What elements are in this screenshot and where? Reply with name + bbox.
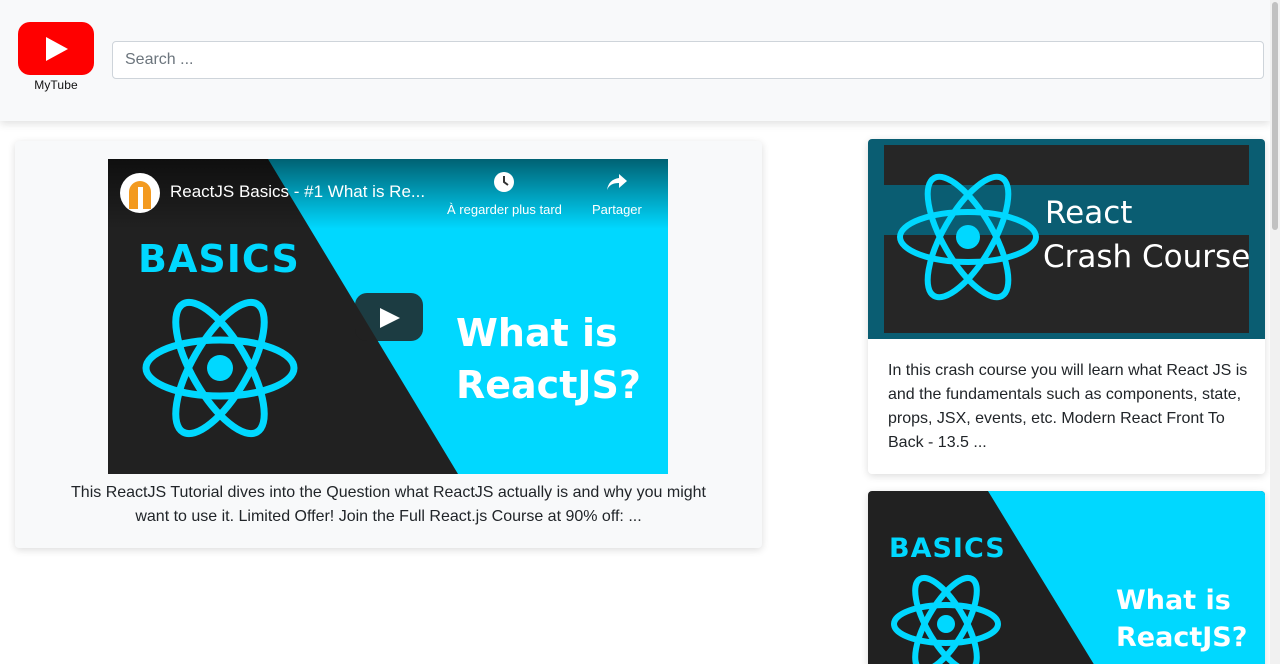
- scrollbar-thumb[interactable]: [1272, 2, 1278, 230]
- thumb-question-line1: What is: [456, 311, 618, 355]
- video-list-item[interactable]: React Crash Course In this crash course …: [868, 139, 1265, 474]
- thumb-question-line2: ReactJS?: [1116, 622, 1248, 653]
- thumb-heading: BASICS: [889, 533, 1006, 564]
- youtube-play-logo-icon: [18, 22, 94, 75]
- player-video-title[interactable]: ReactJS Basics - #1 What is Re...: [170, 182, 425, 202]
- thumb-heading: BASICS: [138, 237, 300, 281]
- mytube-logo[interactable]: MyTube: [18, 22, 94, 92]
- video-player[interactable]: BASICS What is ReactJS? ReactJS Basics -…: [108, 159, 668, 474]
- share-button[interactable]: Partager: [592, 171, 642, 217]
- share-arrow-icon: [606, 174, 627, 190]
- play-icon: [380, 308, 400, 328]
- clock-icon: [494, 172, 515, 192]
- thumb-question-line1: What is: [1116, 585, 1231, 616]
- video-thumbnail: BASICS What is ReactJS?: [868, 491, 1265, 664]
- logo-text: MyTube: [34, 78, 78, 92]
- play-button[interactable]: [355, 293, 423, 341]
- page-scrollbar[interactable]: [1270, 0, 1280, 664]
- watch-later-button[interactable]: À regarder plus tard: [447, 171, 562, 217]
- video-detail-card: BASICS What is ReactJS? ReactJS Basics -…: [15, 141, 762, 548]
- video-list-description: In this crash course you will learn what…: [888, 362, 1248, 451]
- watch-later-label: À regarder plus tard: [447, 202, 562, 217]
- thumb-question-line2: ReactJS?: [456, 363, 641, 407]
- share-label: Partager: [592, 202, 642, 217]
- thumb-title-line1: React: [1045, 195, 1133, 231]
- video-description: This ReactJS Tutorial dives into the Que…: [71, 484, 706, 525]
- channel-avatar[interactable]: [120, 173, 160, 213]
- video-list-item[interactable]: BASICS What is ReactJS?: [868, 491, 1265, 664]
- navbar: MyTube: [0, 0, 1270, 121]
- search-input[interactable]: [112, 41, 1264, 79]
- video-thumbnail: React Crash Course: [868, 139, 1265, 339]
- thumb-title-line2: Crash Course: [1043, 239, 1251, 275]
